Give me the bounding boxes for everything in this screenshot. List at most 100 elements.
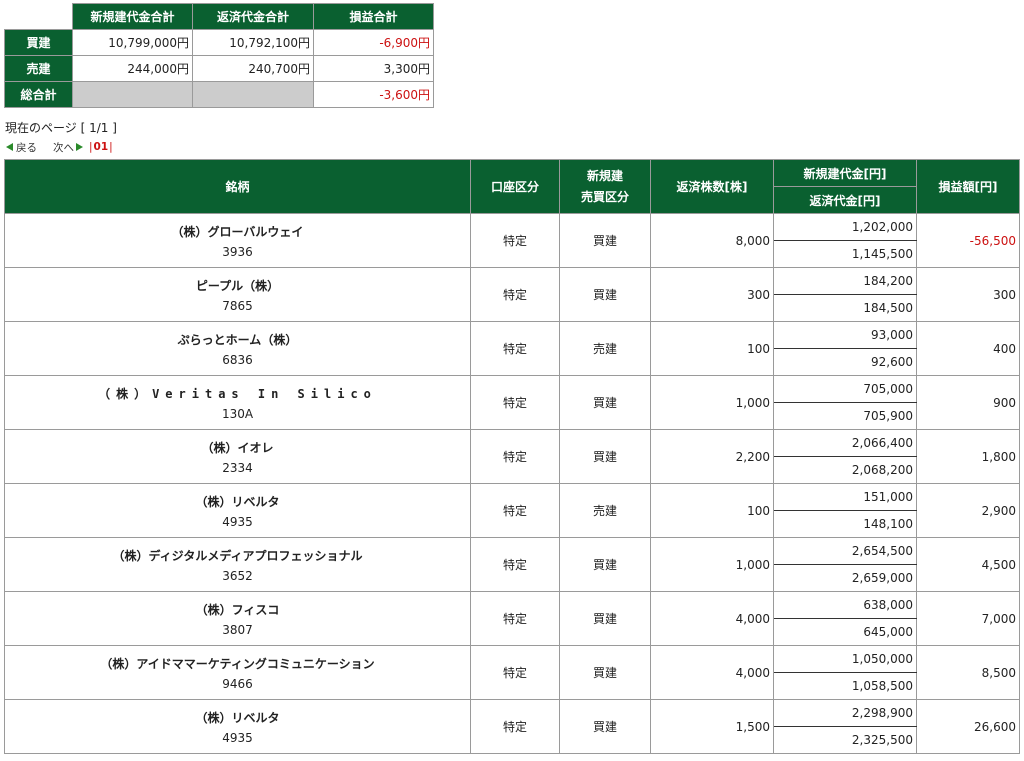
new-price: 151,000: [773, 483, 917, 511]
new-price: 638,000: [773, 591, 917, 619]
profit-loss: 8,500: [916, 645, 1020, 700]
trade-side: 買建: [559, 699, 651, 754]
profit-loss: 4,500: [916, 537, 1020, 592]
stock-name[interactable]: ピープル（株）: [8, 276, 467, 296]
stock-code: 9466: [222, 676, 253, 691]
summary-repay-total: 240,700円: [192, 55, 314, 82]
stock-name-cell: （株）リベルタ 4935: [4, 483, 471, 538]
stock-name[interactable]: （株）アイドママーケティングコミュニケーション: [8, 654, 467, 674]
repay-price: 2,659,000: [773, 564, 917, 592]
profit-loss: 300: [916, 267, 1020, 322]
profit-loss: 7,000: [916, 591, 1020, 646]
prev-page-link[interactable]: 戻る: [6, 140, 37, 155]
header-side-line1: 新規建: [586, 168, 623, 183]
table-row: （株）リベルタ 4935 特定 買建 1,500 2,298,900 26,600: [4, 699, 1020, 754]
table-row: ぷらっとホーム（株） 6836 特定 売建 100 93,000 400: [4, 321, 1020, 376]
header-qty: 返済株数[株]: [650, 159, 774, 214]
summary-repay-total-empty: [192, 81, 314, 108]
table-row: （株）アイドママーケティングコミュニケーション 9466 特定 買建 4,000 1,05…: [4, 645, 1020, 700]
account-type: 特定: [470, 591, 560, 646]
stock-name[interactable]: （株）リベルタ: [8, 492, 467, 512]
trade-side: 売建: [559, 321, 651, 376]
table-header-row: 銘柄 口座区分 新規建 売買区分 返済株数[株] 新規建代金[円] 損益額[円]: [4, 159, 1020, 214]
new-price: 1,202,000: [773, 213, 917, 241]
summary-new-total-empty: [72, 81, 193, 108]
trade-side: 買建: [559, 591, 651, 646]
stock-name[interactable]: （株）リベルタ: [8, 708, 467, 728]
new-price: 2,298,900: [773, 699, 917, 727]
summary-row-sell: 売建 244,000円 240,700円 3,300円: [4, 55, 434, 82]
summary-corner: [4, 3, 73, 30]
table-row: （株）フィスコ 3807 特定 買建 4,000 638,000 7,000: [4, 591, 1020, 646]
account-type: 特定: [470, 645, 560, 700]
header-side-line2: 売買区分: [580, 189, 629, 204]
account-type: 特定: [470, 213, 560, 268]
repay-quantity: 1,000: [650, 537, 774, 592]
header-repay-price: 返済代金[円]: [773, 186, 917, 214]
stock-name[interactable]: ぷらっとホーム（株）: [8, 330, 467, 350]
table-row: ピープル（株） 7865 特定 買建 300 184,200 300: [4, 267, 1020, 322]
trade-side: 買建: [559, 267, 651, 322]
account-type: 特定: [470, 699, 560, 754]
table-row: （株）グローバルウェイ 3936 特定 買建 8,000 1,202,000 -56,500: [4, 213, 1020, 268]
repay-price: 645,000: [773, 618, 917, 646]
stock-name-cell: （株）Veritas In Silico 130A: [4, 375, 471, 430]
repay-price: 2,325,500: [773, 726, 917, 754]
summary-row-label: 総合計: [4, 81, 73, 108]
repay-quantity: 100: [650, 483, 774, 538]
prev-page-label: 戻る: [16, 141, 37, 154]
trade-history-table: 銘柄 口座区分 新規建 売買区分 返済株数[株] 新規建代金[円] 損益額[円]…: [4, 159, 1020, 754]
summary-pl-total: -6,900円: [313, 29, 434, 56]
stock-code: 2334: [222, 460, 253, 475]
summary-pl-total: -3,600円: [313, 81, 434, 108]
stock-name[interactable]: （株）グローバルウェイ: [8, 222, 467, 242]
stock-name[interactable]: （株）フィスコ: [8, 600, 467, 620]
stock-name[interactable]: （株）イオレ: [8, 438, 467, 458]
stock-code: 3807: [222, 622, 253, 637]
next-page-label: 次へ: [53, 141, 74, 154]
stock-name-cell: ピープル（株） 7865: [4, 267, 471, 322]
account-type: 特定: [470, 375, 560, 430]
next-page-link[interactable]: 次へ: [53, 140, 83, 155]
trade-side: 買建: [559, 645, 651, 700]
stock-name-cell: （株）イオレ 2334: [4, 429, 471, 484]
stock-name[interactable]: （株）Veritas In Silico: [8, 384, 467, 404]
page-number-current[interactable]: 01: [93, 141, 110, 153]
stock-code: 6836: [222, 352, 253, 367]
repay-price: 2,068,200: [773, 456, 917, 484]
new-price: 2,654,500: [773, 537, 917, 565]
trade-side: 買建: [559, 213, 651, 268]
repay-quantity: 300: [650, 267, 774, 322]
header-pl: 損益額[円]: [916, 159, 1020, 214]
new-price: 184,200: [773, 267, 917, 295]
profit-loss: -56,500: [916, 213, 1020, 268]
stock-code: 7865: [222, 298, 253, 313]
account-type: 特定: [470, 267, 560, 322]
summary-header-repay-total: 返済代金合計: [192, 3, 314, 30]
repay-quantity: 1,000: [650, 375, 774, 430]
repay-quantity: 4,000: [650, 591, 774, 646]
new-price: 93,000: [773, 321, 917, 349]
stock-name-cell: （株）リベルタ 4935: [4, 699, 471, 754]
new-price: 2,066,400: [773, 429, 917, 457]
stock-name-cell: （株）グローバルウェイ 3936: [4, 213, 471, 268]
trade-side: 買建: [559, 375, 651, 430]
repay-price: 1,058,500: [773, 672, 917, 700]
pager-separator: |: [109, 141, 113, 153]
repay-price: 148,100: [773, 510, 917, 538]
summary-pl-total: 3,300円: [313, 55, 434, 82]
header-account: 口座区分: [470, 159, 560, 214]
trade-side: 買建: [559, 537, 651, 592]
stock-name[interactable]: （株）ディジタルメディアプロフェッショナル: [8, 546, 467, 566]
profit-loss: 1,800: [916, 429, 1020, 484]
repay-price: 92,600: [773, 348, 917, 376]
account-type: 特定: [470, 429, 560, 484]
table-row: （株）リベルタ 4935 特定 売建 100 151,000 2,900: [4, 483, 1020, 538]
repay-price: 184,500: [773, 294, 917, 322]
table-row: （株）イオレ 2334 特定 買建 2,200 2,066,400 1,800: [4, 429, 1020, 484]
stock-code: 3652: [222, 568, 253, 583]
summary-table: 新規建代金合計 返済代金合計 損益合計 買建 10,799,000円 10,79…: [4, 3, 434, 108]
triangle-right-icon: [76, 143, 83, 151]
table-row: （株）ディジタルメディアプロフェッショナル 3652 特定 買建 1,000 2,654,…: [4, 537, 1020, 592]
header-name: 銘柄: [4, 159, 471, 214]
